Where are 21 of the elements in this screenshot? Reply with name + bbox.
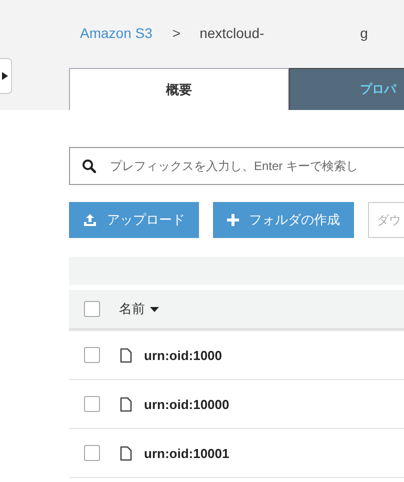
- column-header[interactable]: 名前: [119, 300, 159, 318]
- checkbox[interactable]: [84, 396, 100, 412]
- file-icon: [120, 396, 132, 412]
- search-field[interactable]: プレフィックスを入力し、Enter キーで検索し: [69, 147, 404, 185]
- breadcrumb-separator: >: [172, 25, 181, 41]
- checkbox[interactable]: [84, 301, 100, 317]
- file-name[interactable]: urn:oid:10000: [144, 396, 230, 412]
- breadcrumb-item: nextcloud-: [200, 25, 264, 41]
- upload-icon: [83, 213, 97, 227]
- file-icon: [120, 446, 132, 460]
- caret-icon: [2, 72, 8, 80]
- sidebar-toggle[interactable]: [0, 58, 12, 94]
- breadcrumb-item: g: [360, 25, 368, 41]
- checkbox[interactable]: [84, 445, 100, 461]
- search-icon: [82, 159, 96, 173]
- file-name[interactable]: urn:oid:1000: [144, 348, 222, 362]
- file-icon: [120, 348, 132, 362]
- file-name[interactable]: urn:oid:10001: [144, 446, 230, 460]
- plus-icon: [227, 214, 239, 226]
- tab[interactable]: 概要: [69, 68, 289, 110]
- checkbox[interactable]: [84, 347, 100, 363]
